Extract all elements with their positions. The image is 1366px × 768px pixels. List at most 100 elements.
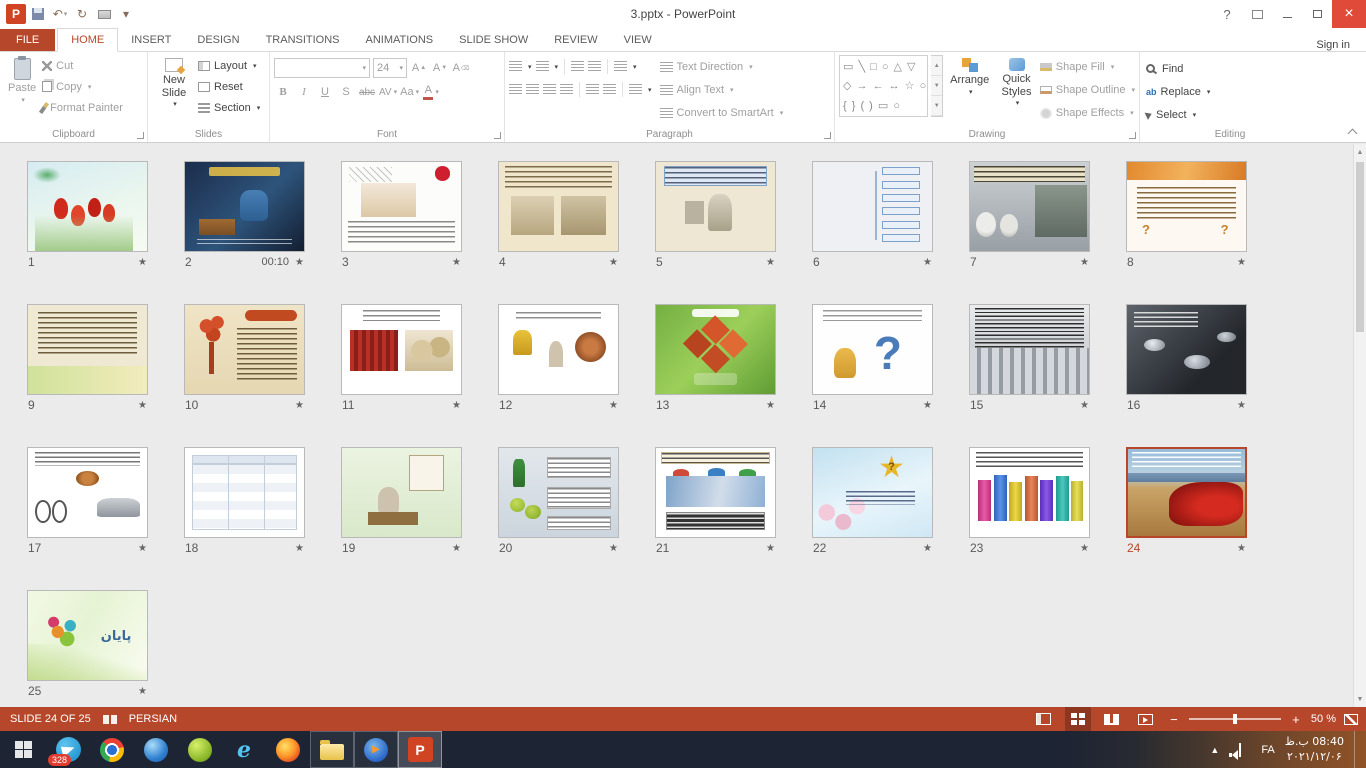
slide-thumbnail[interactable] (498, 161, 619, 252)
align-center-button[interactable] (526, 84, 539, 95)
shape-effects-button[interactable]: Shape Effects▾ (1040, 103, 1135, 123)
columns-button[interactable] (629, 84, 642, 95)
text-direction-button[interactable]: Text Direction▾ (660, 57, 784, 77)
paragraph-dialog-launcher[interactable] (824, 132, 831, 139)
numbering-button[interactable] (536, 61, 549, 72)
align-text-button[interactable]: Align Text▾ (660, 80, 784, 100)
clear-formatting-button[interactable]: A⌫ (452, 59, 470, 77)
taskbar-telegram[interactable]: 328 (46, 731, 90, 768)
slide-thumbnail[interactable] (498, 447, 619, 538)
slide-thumbnail[interactable] (184, 447, 305, 538)
start-slideshow-button[interactable] (94, 4, 114, 24)
slide-thumbnail[interactable] (655, 304, 776, 395)
sign-in-link[interactable]: Sign in (1316, 39, 1366, 51)
font-name-combobox[interactable]: ▾ (274, 58, 370, 78)
line-spacing-button[interactable] (614, 61, 627, 72)
start-button[interactable] (0, 731, 46, 768)
language-switcher[interactable]: FA (1261, 744, 1274, 756)
spellcheck-icon[interactable] (103, 713, 117, 725)
section-button[interactable]: Section▾ (196, 97, 262, 118)
copy-button[interactable]: Copy▾ (40, 76, 125, 97)
taskbar-chrome[interactable] (90, 731, 134, 768)
taskbar-media-player[interactable]: ▶ (354, 731, 398, 768)
strikethrough-button[interactable]: abc (358, 83, 376, 101)
show-desktop-button[interactable] (1354, 731, 1360, 768)
customize-qat-button[interactable]: ▾ (116, 4, 136, 24)
save-button[interactable] (28, 4, 48, 24)
align-left-button[interactable] (509, 84, 522, 95)
bullets-button[interactable] (509, 61, 522, 72)
align-right-button[interactable] (543, 84, 556, 95)
slide-thumbnail[interactable] (969, 304, 1090, 395)
redo-button[interactable]: ↻ (72, 4, 92, 24)
italic-button[interactable]: I (295, 83, 313, 101)
decrease-font-size-button[interactable]: A▼ (431, 59, 449, 77)
shapes-gallery[interactable]: ▭ ╲ □ ○ △ ▽ ◇ → ← ↔ ☆ ○ { } ( ) ▭ ○ (839, 55, 928, 117)
scroll-down-icon[interactable]: ▼ (1354, 692, 1366, 706)
layout-button[interactable]: Layout▾ (196, 55, 262, 76)
taskbar-firefox[interactable] (266, 731, 310, 768)
slide-thumbnail[interactable] (27, 304, 148, 395)
slide-indicator[interactable]: SLIDE 24 OF 25 (10, 713, 91, 725)
zoom-level[interactable]: 50 % (1311, 713, 1336, 725)
increase-indent-button[interactable] (588, 61, 601, 72)
shapes-gallery-row[interactable]: { } ( ) ▭ ○ (843, 99, 924, 112)
cut-button[interactable]: Cut (40, 55, 125, 76)
slide-thumbnail[interactable] (27, 161, 148, 252)
slide-thumbnail[interactable]: ?? (1126, 161, 1247, 252)
scroll-up-icon[interactable]: ▲ (1354, 145, 1366, 159)
tray-expand-icon[interactable]: ▲ (1210, 745, 1219, 755)
quick-styles-button[interactable]: Quick Styles ▾ (996, 55, 1037, 111)
text-shadow-button[interactable]: S (337, 83, 355, 101)
help-button[interactable]: ? (1212, 0, 1242, 28)
taskbar-file-explorer[interactable] (310, 731, 354, 768)
scrollbar-thumb[interactable] (1356, 162, 1364, 332)
slide-thumbnail[interactable] (341, 447, 462, 538)
zoom-out-button[interactable]: − (1167, 712, 1181, 727)
select-button[interactable]: Select▾ (1144, 104, 1316, 125)
justify-button[interactable] (560, 84, 573, 95)
slide-sorter-area[interactable]: 1★200:10★3★4★5★6★7★??8★9★10★11★12★13★?14… (0, 144, 1366, 707)
clipboard-dialog-launcher[interactable] (137, 132, 144, 139)
arrange-button[interactable]: Arrange ▾ (946, 55, 993, 100)
tab-review[interactable]: REVIEW (541, 29, 610, 51)
convert-to-smartart-button[interactable]: Convert to SmartArt▾ (660, 103, 784, 123)
undo-button[interactable]: ↶▾ (50, 4, 70, 24)
zoom-slider[interactable] (1189, 718, 1281, 720)
collapse-ribbon-icon[interactable] (1348, 129, 1358, 139)
language-indicator[interactable]: PERSIAN (129, 713, 177, 725)
shapes-gallery-row[interactable]: ▭ ╲ □ ○ △ ▽ (843, 60, 924, 73)
tab-file[interactable]: FILE (0, 29, 55, 51)
underline-button[interactable]: U (316, 83, 334, 101)
slideshow-view-button[interactable] (1133, 707, 1159, 731)
tab-view[interactable]: VIEW (611, 29, 665, 51)
shape-fill-button[interactable]: Shape Fill▾ (1040, 57, 1135, 77)
vertical-scrollbar[interactable]: ▲ ▼ (1353, 144, 1366, 707)
slide-thumbnail[interactable]: پایان (27, 590, 148, 681)
slide-thumbnail[interactable]: ★? (812, 447, 933, 538)
slide-thumbnail[interactable] (184, 304, 305, 395)
slide-thumbnail[interactable]: ? (812, 304, 933, 395)
gallery-scroll-up-icon[interactable]: ▲ (931, 56, 942, 76)
close-button[interactable]: × (1332, 0, 1366, 28)
slide-thumbnail[interactable] (498, 304, 619, 395)
undo-dropdown-icon[interactable]: ▾ (64, 10, 68, 18)
gallery-more-icon[interactable]: ▼ (931, 96, 942, 116)
reset-button[interactable]: Reset (196, 76, 262, 97)
slide-thumbnail[interactable] (655, 161, 776, 252)
slide-sorter-view-button[interactable] (1065, 707, 1091, 731)
font-size-combobox[interactable]: 24▾ (373, 58, 407, 78)
find-button[interactable]: Find (1144, 58, 1316, 79)
ribbon-display-options-button[interactable] (1242, 0, 1272, 28)
slide-thumbnail[interactable] (969, 161, 1090, 252)
reading-view-button[interactable] (1099, 707, 1125, 731)
bold-button[interactable]: B (274, 83, 292, 101)
tab-insert[interactable]: INSERT (118, 29, 184, 51)
slide-thumbnail[interactable] (184, 161, 305, 252)
tab-transitions[interactable]: TRANSITIONS (253, 29, 353, 51)
character-spacing-button[interactable]: AV▾ (379, 83, 397, 101)
rtl-paragraph-button[interactable] (603, 84, 616, 95)
taskbar-powerpoint[interactable]: P (398, 731, 442, 768)
slide-thumbnail[interactable] (969, 447, 1090, 538)
gallery-scroll-down-icon[interactable]: ▼ (931, 76, 942, 96)
